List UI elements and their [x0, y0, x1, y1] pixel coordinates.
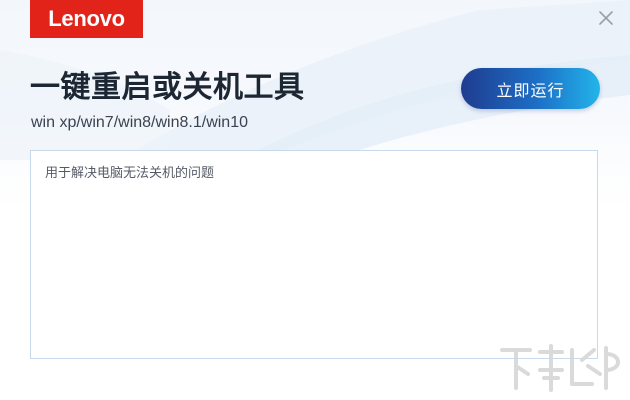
page-title: 一键重启或关机工具 [30, 70, 305, 105]
site-watermark-logo [500, 344, 620, 392]
supported-os-text: win xp/win7/win8/win8.1/win10 [31, 114, 248, 131]
app-window: Lenovo 一键重启或关机工具 win xp/win7/win8/win8.1… [0, 0, 630, 400]
lenovo-logo: Lenovo [30, 0, 143, 38]
run-now-button[interactable]: 立即运行 [461, 68, 600, 109]
close-icon[interactable] [594, 6, 618, 30]
brand-name: Lenovo [48, 6, 125, 31]
description-box[interactable]: 用于解决电脑无法关机的问题 [30, 150, 598, 359]
description-text: 用于解决电脑无法关机的问题 [45, 166, 215, 181]
